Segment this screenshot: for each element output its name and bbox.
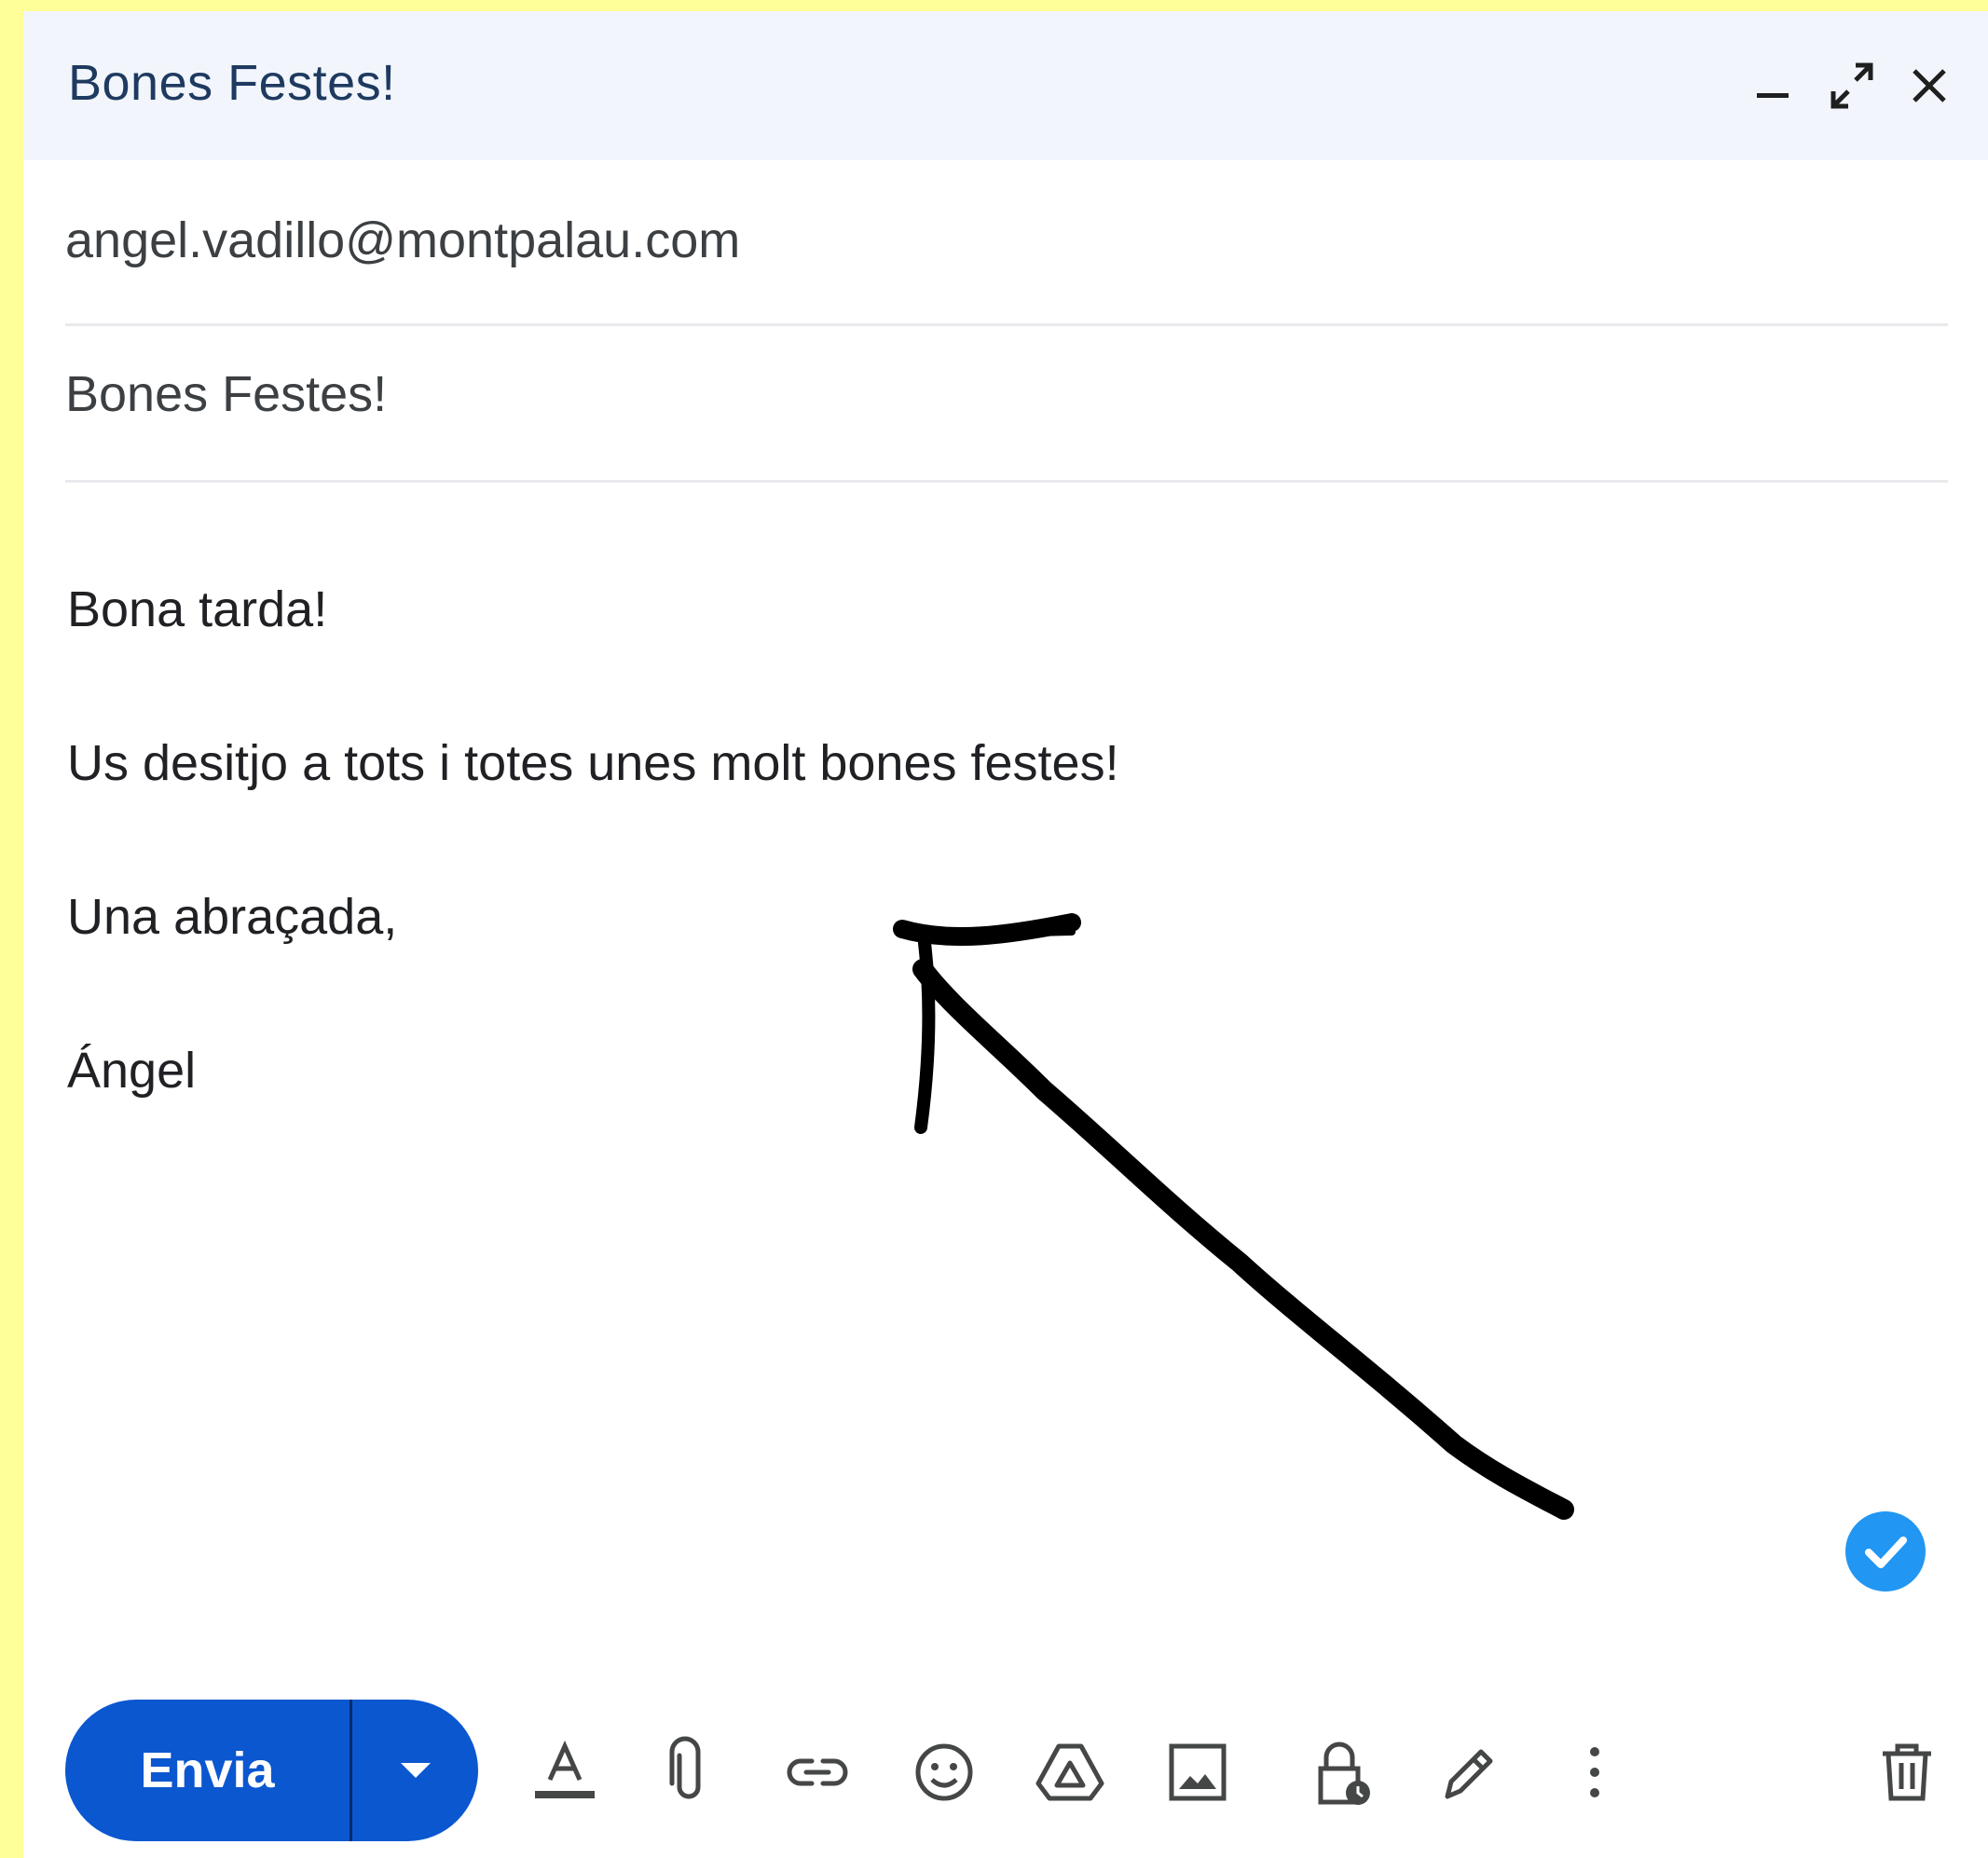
more-options-button[interactable] — [1557, 1735, 1632, 1810]
confidential-lock-icon — [1318, 1742, 1370, 1805]
message-body[interactable]: Bona tarda! Us desitjo a tots i totes un… — [67, 533, 1931, 1148]
formatting-options-button[interactable] — [528, 1735, 602, 1810]
send-button[interactable]: Envia — [65, 1700, 350, 1841]
confidential-mode-button[interactable] — [1306, 1735, 1380, 1810]
image-icon — [1169, 1743, 1227, 1801]
minimize-icon — [1757, 93, 1789, 98]
compose-title: Bones Festes! — [68, 55, 396, 111]
attach-files-button[interactable] — [651, 1735, 726, 1810]
send-button-group: Envia — [65, 1700, 478, 1841]
insert-signature-button[interactable] — [1431, 1735, 1505, 1810]
attach-icon — [669, 1736, 701, 1799]
more-options-icon — [1590, 1747, 1599, 1797]
compose-window: Bones Festes! angel.vadillo@montpalau.co… — [23, 11, 1988, 1858]
compose-header[interactable]: Bones Festes! — [23, 11, 1988, 160]
close-button[interactable] — [1901, 58, 1957, 114]
discard-draft-button[interactable] — [1870, 1735, 1944, 1810]
insert-photo-button[interactable] — [1160, 1735, 1235, 1810]
emoji-icon — [915, 1743, 973, 1801]
subject-value: Bones Festes! — [65, 366, 388, 422]
trash-icon — [1883, 1743, 1931, 1801]
insert-drive-file-button[interactable] — [1033, 1735, 1107, 1810]
body-line-greeting: Bona tarda! — [67, 581, 328, 637]
checkmark-icon — [1865, 1537, 1907, 1568]
minimize-button[interactable] — [1746, 58, 1802, 114]
to-field[interactable]: angel.vadillo@montpalau.com — [65, 212, 1948, 326]
recipient-value: angel.vadillo@montpalau.com — [65, 212, 741, 268]
insert-link-button[interactable] — [780, 1735, 855, 1810]
send-options-button[interactable] — [352, 1700, 478, 1841]
signature-pen-icon — [1445, 1749, 1493, 1799]
expand-icon — [1830, 62, 1873, 109]
link-icon — [787, 1758, 848, 1786]
close-icon — [1913, 69, 1946, 102]
drive-icon — [1035, 1743, 1104, 1801]
subject-field[interactable]: Bones Festes! — [65, 365, 1948, 483]
body-line-closing: Una abraçada, — [67, 889, 398, 945]
spellcheck-badge[interactable] — [1845, 1511, 1926, 1592]
body-line-message: Us desitjo a tots i totes unes molt bone… — [67, 735, 1119, 791]
dropdown-arrow-icon — [400, 1763, 431, 1778]
insert-emoji-button[interactable] — [907, 1735, 981, 1810]
expand-button[interactable] — [1824, 58, 1880, 114]
text-format-icon — [535, 1740, 595, 1798]
body-line-signature: Ángel — [67, 1043, 197, 1099]
